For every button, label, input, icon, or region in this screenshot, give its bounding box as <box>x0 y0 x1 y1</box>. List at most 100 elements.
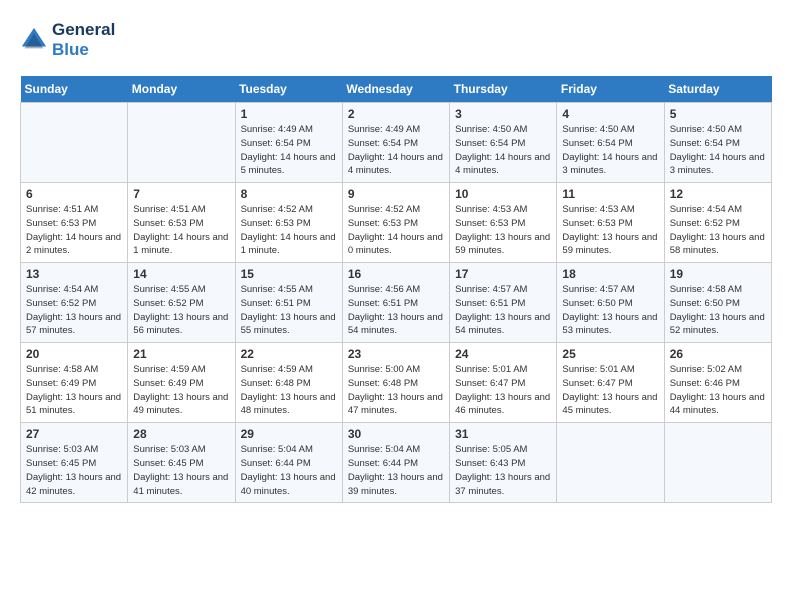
day-info: Sunrise: 4:57 AM Sunset: 6:51 PM Dayligh… <box>455 283 551 338</box>
day-info: Sunrise: 4:51 AM Sunset: 6:53 PM Dayligh… <box>26 203 122 258</box>
calendar-cell: 6 Sunrise: 4:51 AM Sunset: 6:53 PM Daylig… <box>21 183 128 263</box>
day-info: Sunrise: 4:50 AM Sunset: 6:54 PM Dayligh… <box>562 123 658 178</box>
calendar-cell <box>664 423 771 503</box>
day-number: 10 <box>455 187 551 201</box>
day-info: Sunrise: 4:58 AM Sunset: 6:50 PM Dayligh… <box>670 283 766 338</box>
weekday-header-sunday: Sunday <box>21 76 128 103</box>
weekday-header-friday: Friday <box>557 76 664 103</box>
day-info: Sunrise: 4:58 AM Sunset: 6:49 PM Dayligh… <box>26 363 122 418</box>
day-number: 16 <box>348 267 444 281</box>
day-info: Sunrise: 5:05 AM Sunset: 6:43 PM Dayligh… <box>455 443 551 498</box>
day-number: 9 <box>348 187 444 201</box>
calendar-cell: 30 Sunrise: 5:04 AM Sunset: 6:44 PM Dayli… <box>342 423 449 503</box>
day-number: 20 <box>26 347 122 361</box>
calendar-cell: 13Sunrise: 4:54 AM Sunset: 6:52 PM Dayli… <box>21 263 128 343</box>
day-info: Sunrise: 5:02 AM Sunset: 6:46 PM Dayligh… <box>670 363 766 418</box>
day-info: Sunrise: 4:59 AM Sunset: 6:49 PM Dayligh… <box>133 363 229 418</box>
calendar-cell <box>21 103 128 183</box>
weekday-header-tuesday: Tuesday <box>235 76 342 103</box>
day-info: Sunrise: 4:56 AM Sunset: 6:51 PM Dayligh… <box>348 283 444 338</box>
calendar-cell: 2 Sunrise: 4:49 AM Sunset: 6:54 PM Daylig… <box>342 103 449 183</box>
day-number: 2 <box>348 107 444 121</box>
calendar-cell: 29 Sunrise: 5:04 AM Sunset: 6:44 PM Dayli… <box>235 423 342 503</box>
calendar-cell: 24 Sunrise: 5:01 AM Sunset: 6:47 PM Dayli… <box>450 343 557 423</box>
day-number: 11 <box>562 187 658 201</box>
calendar-cell: 28 Sunrise: 5:03 AM Sunset: 6:45 PM Dayli… <box>128 423 235 503</box>
day-number: 19 <box>670 267 766 281</box>
day-number: 24 <box>455 347 551 361</box>
day-info: Sunrise: 4:49 AM Sunset: 6:54 PM Dayligh… <box>348 123 444 178</box>
day-info: Sunrise: 4:50 AM Sunset: 6:54 PM Dayligh… <box>670 123 766 178</box>
day-info: Sunrise: 5:04 AM Sunset: 6:44 PM Dayligh… <box>241 443 337 498</box>
calendar-week-4: 20 Sunrise: 4:58 AM Sunset: 6:49 PM Dayli… <box>21 343 772 423</box>
calendar-week-2: 6 Sunrise: 4:51 AM Sunset: 6:53 PM Daylig… <box>21 183 772 263</box>
logo-icon <box>20 26 48 54</box>
calendar-cell <box>557 423 664 503</box>
calendar-cell: 7 Sunrise: 4:51 AM Sunset: 6:53 PM Daylig… <box>128 183 235 263</box>
calendar-cell: 3 Sunrise: 4:50 AM Sunset: 6:54 PM Daylig… <box>450 103 557 183</box>
day-info: Sunrise: 4:53 AM Sunset: 6:53 PM Dayligh… <box>562 203 658 258</box>
day-number: 17 <box>455 267 551 281</box>
calendar-cell: 10 Sunrise: 4:53 AM Sunset: 6:53 PM Dayli… <box>450 183 557 263</box>
day-number: 15 <box>241 267 337 281</box>
day-info: Sunrise: 4:55 AM Sunset: 6:52 PM Dayligh… <box>133 283 229 338</box>
day-number: 25 <box>562 347 658 361</box>
day-info: Sunrise: 5:00 AM Sunset: 6:48 PM Dayligh… <box>348 363 444 418</box>
calendar-cell: 27Sunrise: 5:03 AM Sunset: 6:45 PM Dayli… <box>21 423 128 503</box>
logo-text: General Blue <box>52 20 115 60</box>
day-info: Sunrise: 4:53 AM Sunset: 6:53 PM Dayligh… <box>455 203 551 258</box>
day-info: Sunrise: 4:51 AM Sunset: 6:53 PM Dayligh… <box>133 203 229 258</box>
day-number: 21 <box>133 347 229 361</box>
day-number: 3 <box>455 107 551 121</box>
day-number: 30 <box>348 427 444 441</box>
logo: General Blue <box>20 20 115 60</box>
calendar-week-3: 13Sunrise: 4:54 AM Sunset: 6:52 PM Dayli… <box>21 263 772 343</box>
calendar-cell <box>128 103 235 183</box>
day-number: 12 <box>670 187 766 201</box>
day-info: Sunrise: 5:03 AM Sunset: 6:45 PM Dayligh… <box>133 443 229 498</box>
day-number: 18 <box>562 267 658 281</box>
calendar-cell: 17 Sunrise: 4:57 AM Sunset: 6:51 PM Dayli… <box>450 263 557 343</box>
day-number: 5 <box>670 107 766 121</box>
calendar-cell: 18Sunrise: 4:57 AM Sunset: 6:50 PM Dayli… <box>557 263 664 343</box>
day-info: Sunrise: 4:49 AM Sunset: 6:54 PM Dayligh… <box>241 123 337 178</box>
calendar-cell: 14 Sunrise: 4:55 AM Sunset: 6:52 PM Dayli… <box>128 263 235 343</box>
day-number: 1 <box>241 107 337 121</box>
day-number: 8 <box>241 187 337 201</box>
day-info: Sunrise: 4:54 AM Sunset: 6:52 PM Dayligh… <box>670 203 766 258</box>
day-number: 26 <box>670 347 766 361</box>
day-number: 7 <box>133 187 229 201</box>
day-number: 14 <box>133 267 229 281</box>
day-info: Sunrise: 4:59 AM Sunset: 6:48 PM Dayligh… <box>241 363 337 418</box>
weekday-header-wednesday: Wednesday <box>342 76 449 103</box>
day-number: 28 <box>133 427 229 441</box>
weekday-header-thursday: Thursday <box>450 76 557 103</box>
day-info: Sunrise: 4:50 AM Sunset: 6:54 PM Dayligh… <box>455 123 551 178</box>
day-number: 29 <box>241 427 337 441</box>
day-info: Sunrise: 4:52 AM Sunset: 6:53 PM Dayligh… <box>241 203 337 258</box>
day-info: Sunrise: 5:01 AM Sunset: 6:47 PM Dayligh… <box>562 363 658 418</box>
calendar-cell: 12 Sunrise: 4:54 AM Sunset: 6:52 PM Dayli… <box>664 183 771 263</box>
calendar-cell: 9 Sunrise: 4:52 AM Sunset: 6:53 PM Daylig… <box>342 183 449 263</box>
calendar-body: 1 Sunrise: 4:49 AM Sunset: 6:54 PM Daylig… <box>21 103 772 503</box>
day-info: Sunrise: 4:55 AM Sunset: 6:51 PM Dayligh… <box>241 283 337 338</box>
calendar-cell: 23Sunrise: 5:00 AM Sunset: 6:48 PM Dayli… <box>342 343 449 423</box>
calendar-cell: 16 Sunrise: 4:56 AM Sunset: 6:51 PM Dayli… <box>342 263 449 343</box>
calendar-cell: 25 Sunrise: 5:01 AM Sunset: 6:47 PM Dayli… <box>557 343 664 423</box>
calendar-cell: 1 Sunrise: 4:49 AM Sunset: 6:54 PM Daylig… <box>235 103 342 183</box>
weekday-header-saturday: Saturday <box>664 76 771 103</box>
weekday-header-row: SundayMondayTuesdayWednesdayThursdayFrid… <box>21 76 772 103</box>
calendar-cell: 26 Sunrise: 5:02 AM Sunset: 6:46 PM Dayli… <box>664 343 771 423</box>
calendar-cell: 20 Sunrise: 4:58 AM Sunset: 6:49 PM Dayli… <box>21 343 128 423</box>
day-info: Sunrise: 5:04 AM Sunset: 6:44 PM Dayligh… <box>348 443 444 498</box>
page-header: General Blue <box>20 20 772 60</box>
day-number: 31 <box>455 427 551 441</box>
calendar-cell: 15 Sunrise: 4:55 AM Sunset: 6:51 PM Dayli… <box>235 263 342 343</box>
day-number: 4 <box>562 107 658 121</box>
day-info: Sunrise: 5:01 AM Sunset: 6:47 PM Dayligh… <box>455 363 551 418</box>
weekday-header-monday: Monday <box>128 76 235 103</box>
day-number: 6 <box>26 187 122 201</box>
day-info: Sunrise: 4:52 AM Sunset: 6:53 PM Dayligh… <box>348 203 444 258</box>
calendar-cell: 31 Sunrise: 5:05 AM Sunset: 6:43 PM Dayli… <box>450 423 557 503</box>
calendar-cell: 4 Sunrise: 4:50 AM Sunset: 6:54 PM Daylig… <box>557 103 664 183</box>
